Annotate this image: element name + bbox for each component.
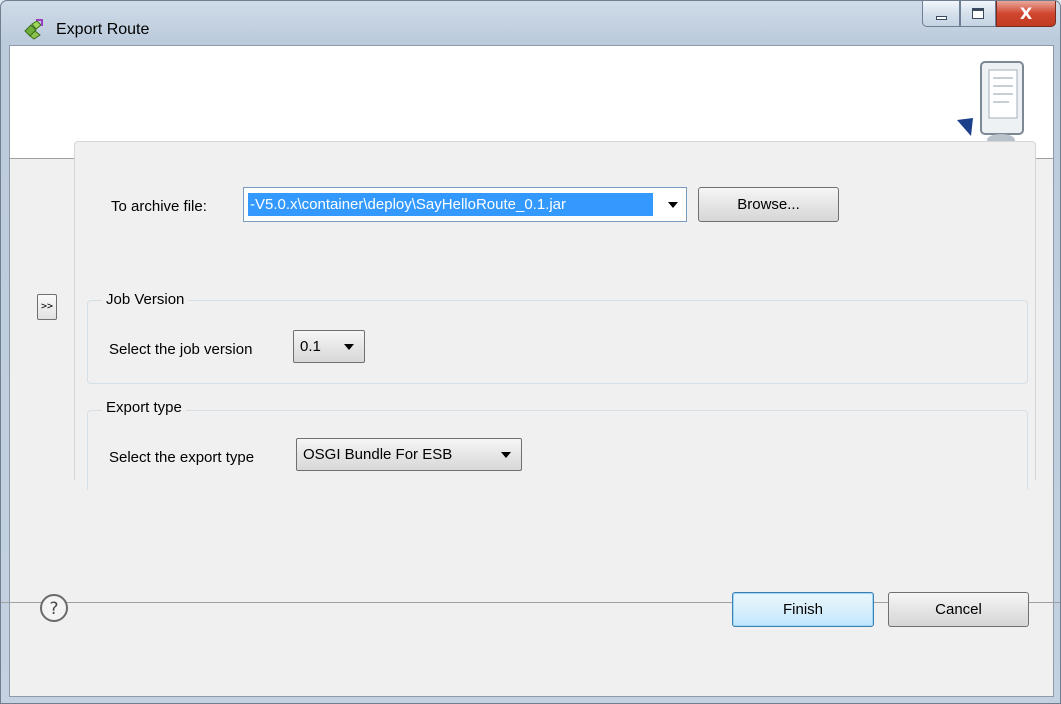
minimize-button[interactable] [922, 1, 960, 27]
close-button[interactable]: X [996, 1, 1056, 27]
expand-panel-button[interactable]: >> [37, 294, 57, 320]
job-version-value: 0.1 [300, 338, 321, 355]
svg-text:?: ? [49, 599, 58, 619]
cancel-button[interactable]: Cancel [888, 592, 1029, 627]
job-version-label: Select the job version [109, 341, 253, 358]
export-route-window: Export Route X >> To archive file: -V5.0… [0, 0, 1061, 704]
export-wizard-icon [957, 61, 1024, 146]
finish-button[interactable]: Finish [732, 592, 874, 627]
export-type-select[interactable]: OSGI Bundle For ESB [296, 438, 522, 471]
archive-file-combo[interactable]: -V5.0.x\container\deploy\SayHelloRoute_0… [243, 187, 687, 222]
export-type-group-title: Export type [102, 399, 186, 416]
export-route-icon [24, 19, 43, 40]
archive-file-label: To archive file: [111, 198, 207, 215]
job-version-select[interactable]: 0.1 [293, 330, 365, 363]
export-type-label: Select the export type [109, 449, 255, 466]
maximize-button[interactable] [960, 1, 996, 27]
maximize-icon [972, 8, 984, 19]
chevron-down-icon[interactable] [668, 202, 678, 208]
title-bar[interactable]: Export Route X [1, 1, 1060, 45]
close-icon: X [1019, 4, 1033, 23]
chevron-down-icon [344, 344, 354, 350]
job-version-group-title: Job Version [102, 291, 189, 308]
archive-file-value[interactable]: -V5.0.x\container\deploy\SayHelloRoute_0… [248, 193, 653, 216]
caption-buttons: X [922, 1, 1056, 29]
export-type-value: OSGI Bundle For ESB [303, 446, 453, 463]
help-icon[interactable]: ? [39, 593, 69, 623]
chevron-down-icon [501, 452, 511, 458]
browse-button[interactable]: Browse... [698, 187, 839, 222]
window-title: Export Route [56, 21, 150, 38]
minimize-icon [935, 15, 947, 20]
